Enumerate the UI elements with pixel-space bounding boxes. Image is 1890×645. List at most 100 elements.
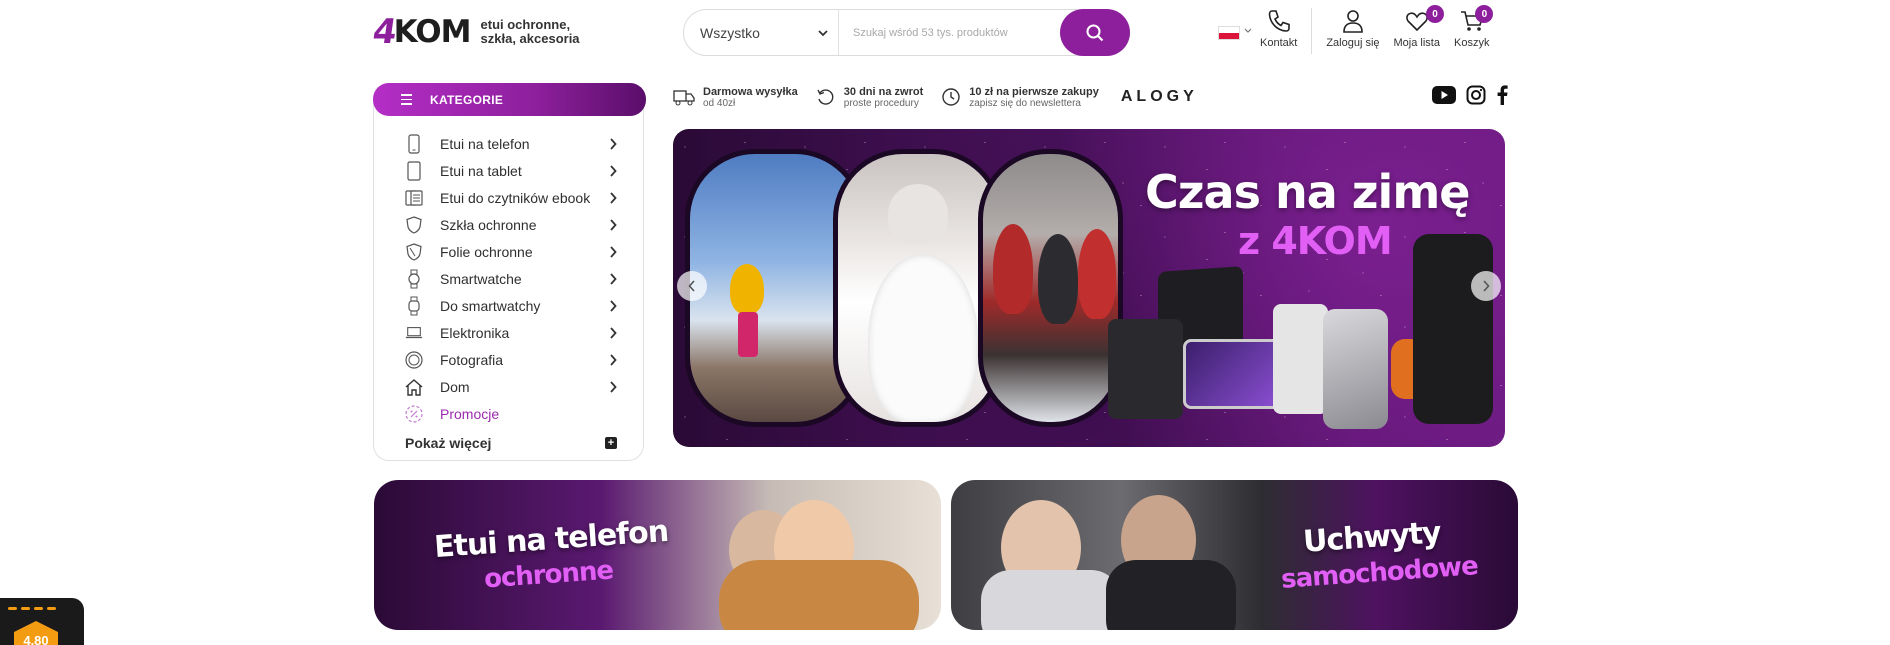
sidebar-item-label: Etui na tablet — [440, 162, 522, 179]
hero-subtitle: z 4KOM — [1238, 219, 1393, 263]
sidebar-item-electronics[interactable]: Elektronika — [374, 319, 645, 346]
newsletter-info[interactable]: 10 zł na pierwsze zakupy zapisz się do ne… — [941, 86, 1099, 109]
truck-icon — [673, 90, 695, 106]
login-button[interactable]: Zaloguj się — [1326, 8, 1380, 49]
cart-label: Koszyk — [1453, 37, 1490, 49]
chevron-right-icon — [610, 245, 617, 258]
returns-info: 30 dni na zwrot proste procedury — [816, 86, 923, 109]
categories-header[interactable]: KATEGORIE — [373, 83, 646, 116]
show-more-button[interactable]: Pokaż więcej + — [405, 435, 617, 451]
chevron-left-icon — [688, 280, 695, 292]
contact-button[interactable]: Kontakt — [1260, 8, 1297, 49]
phone-icon — [405, 133, 423, 154]
tablet-icon — [405, 160, 423, 181]
glass-box-product — [1273, 304, 1328, 414]
sidebar-item-screen-protectors[interactable]: Szkła ochronne — [374, 211, 645, 238]
banner-left-subtitle: ochronne — [483, 555, 615, 595]
sidebar-item-label: Do smartwatchy — [440, 297, 541, 314]
social-links — [1432, 85, 1508, 105]
logo[interactable]: 4 KOM etui ochronne, szkła, akcesoria — [370, 12, 580, 52]
sidebar-item-ebook-cases[interactable]: Etui do czytników ebook — [374, 184, 645, 211]
search-category-select[interactable]: Wszystko — [684, 10, 839, 55]
shipping-sub: od 40zł — [703, 97, 736, 109]
banner-left-title: Etui na telefon — [433, 513, 670, 566]
rating-widget[interactable]: 4.80 — [0, 598, 84, 645]
hero-photo-skiers — [978, 149, 1123, 427]
film-icon — [405, 242, 423, 262]
logo-tagline: etui ochronne, szkła, akcesoria — [481, 18, 580, 46]
contact-label: Kontakt — [1260, 37, 1298, 49]
sidebar-item-home[interactable]: Dom — [374, 373, 645, 400]
cart-count-badge: 0 — [1475, 5, 1494, 23]
sidebar-item-tablet-cases[interactable]: Etui na tablet — [374, 157, 645, 184]
phone-call-icon — [1268, 10, 1290, 32]
cart-button[interactable]: Koszyk 0 — [1453, 5, 1494, 49]
chevron-right-icon — [610, 326, 617, 339]
sidebar-item-smartwatches[interactable]: Smartwatche — [374, 265, 645, 292]
sidebar-item-label: Dom — [440, 378, 470, 395]
login-label: Zaloguj się — [1326, 37, 1380, 49]
chevron-right-icon — [610, 272, 617, 285]
wishlist-count-badge: 0 — [1425, 5, 1444, 23]
jacket-figure — [719, 560, 919, 630]
info-bar: Darmowa wysyłka od 40zł 30 dni na zwrot pr… — [673, 83, 1198, 111]
search-button[interactable] — [1060, 9, 1130, 56]
chevron-down-icon — [818, 29, 828, 36]
logo-tagline-line2: szkła, akcesoria — [480, 31, 580, 46]
sidebar-item-smartwatch-accessories[interactable]: Do smartwatchy — [374, 292, 645, 319]
rating-value-badge: 4.80 — [14, 621, 58, 645]
page: 4 KOM etui ochronne, szkła, akcesoria Wsz… — [0, 0, 1890, 645]
user-icon — [1343, 10, 1363, 33]
hiker-legs — [738, 312, 758, 357]
promo-icon — [405, 404, 423, 424]
skier-figure — [1038, 234, 1078, 324]
laptop-icon — [405, 323, 423, 343]
chevron-down-icon[interactable] — [1244, 28, 1252, 34]
facebook-icon[interactable] — [1496, 85, 1508, 105]
chevron-right-icon — [610, 299, 617, 312]
search-input[interactable] — [839, 10, 1060, 55]
jacket-figure — [868, 254, 978, 422]
hero-slider[interactable]: Czas na zimę z 4KOM — [673, 129, 1505, 447]
show-more-label: Pokaż więcej — [405, 435, 492, 451]
wishlist-label: Moja lista — [1393, 37, 1440, 49]
language-flag-icon[interactable] — [1218, 26, 1240, 40]
sidebar-item-photography[interactable]: Fotografia — [374, 346, 645, 373]
youtube-icon[interactable] — [1432, 86, 1456, 104]
sidebar-item-label: Fotografia — [440, 351, 504, 368]
search-icon — [1086, 24, 1104, 41]
categories-header-label: KATEGORIE — [430, 92, 504, 107]
wishlist-button[interactable]: Moja lista 0 — [1393, 5, 1444, 49]
logo-tagline-line1: etui ochronne, — [480, 17, 571, 32]
chevron-right-icon — [610, 353, 617, 366]
header-divider — [1311, 8, 1313, 54]
banner-phone-cases[interactable]: Etui na telefon ochronne — [374, 480, 941, 630]
banner-right-title: Uchwyty — [1301, 515, 1442, 560]
sidebar-item-label: Promocje — [440, 405, 500, 422]
header-actions: Kontakt Zaloguj się Moja lista 0 Koszyk … — [1218, 5, 1494, 58]
newsletter-sub: zapisz się do newslettera — [969, 97, 1081, 109]
sidebar-item-label: Etui do czytników ebook — [440, 189, 591, 206]
alogy-brand-logo[interactable]: ALOGY — [1121, 88, 1198, 106]
plus-icon: + — [605, 437, 617, 449]
chevron-right-icon — [610, 380, 617, 393]
sidebar-item-label: Folie ochronne — [440, 243, 533, 260]
banner-car-holders[interactable]: Uchwyty samochodowe — [951, 480, 1518, 630]
instagram-icon[interactable] — [1466, 85, 1486, 105]
camera-lens-icon — [405, 350, 423, 370]
slider-prev-button[interactable] — [677, 271, 707, 301]
category-sidebar: KATEGORIE Etui na telefon Etui na tablet… — [373, 83, 646, 461]
free-shipping-info: Darmowa wysyłka od 40zł — [673, 86, 798, 109]
sidebar-item-promotions[interactable]: Promocje — [374, 400, 645, 427]
slider-next-button[interactable] — [1471, 271, 1501, 301]
skier-figure — [1078, 229, 1116, 319]
car-organizer-product — [1413, 234, 1493, 424]
hero-title: Czas na zimę — [1145, 165, 1470, 219]
category-list: Etui na telefon Etui na tablet Etui do c… — [374, 130, 645, 427]
sidebar-item-protective-films[interactable]: Folie ochronne — [374, 238, 645, 265]
shield-icon — [405, 215, 423, 235]
jacket-figure — [1106, 560, 1236, 630]
tablet-product — [1183, 339, 1283, 409]
logo-mark: 4 KOM — [370, 12, 471, 52]
sidebar-item-phone-cases[interactable]: Etui na telefon — [374, 130, 645, 157]
